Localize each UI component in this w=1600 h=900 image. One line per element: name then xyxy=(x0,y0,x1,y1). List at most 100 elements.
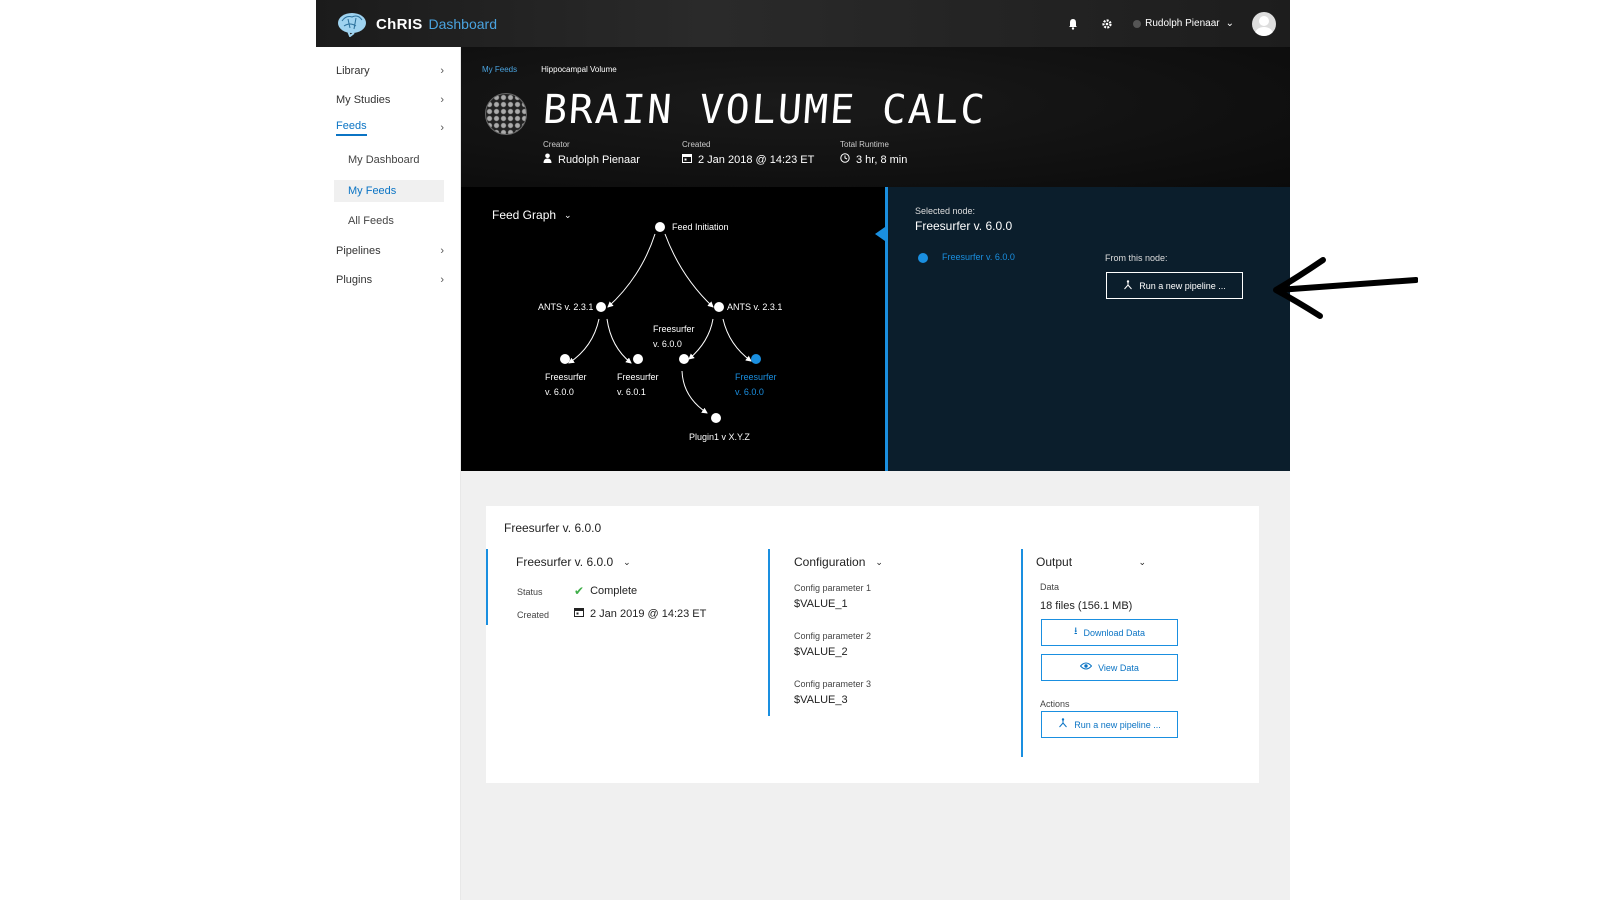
sidebar-item-library[interactable]: Library › xyxy=(336,60,444,82)
chevron-down-icon: ⌄ xyxy=(564,209,572,220)
graph-node-fs1[interactable] xyxy=(560,354,570,364)
selected-node-panel: Selected node: Freesurfer v. 6.0.0 Frees… xyxy=(875,187,1290,471)
app-root: ChRIS Dashboard Rudolph Pienaar ⌄ Librar… xyxy=(316,0,1290,900)
graph-node-fs-mid[interactable] xyxy=(679,354,689,364)
actions-label: Actions xyxy=(1040,699,1070,709)
runtime-value: 3 hr, 8 min xyxy=(856,153,908,166)
config-param-value: $VALUE_2 xyxy=(794,646,848,658)
sidebar-item-label: My Studies xyxy=(336,94,391,106)
chevron-down-icon: ⌄ xyxy=(1138,556,1146,567)
graph-node-plugin[interactable] xyxy=(711,413,721,423)
created-label: Created xyxy=(682,140,711,149)
breadcrumb: My Feeds Hippocampal Volume xyxy=(482,65,617,74)
bell-icon[interactable] xyxy=(1065,16,1081,32)
card-title: Freesurfer v. 6.0.0 xyxy=(504,521,602,535)
avatar[interactable] xyxy=(1252,11,1276,36)
runtime-value-row: 3 hr, 8 min xyxy=(840,153,907,166)
created-value-row: 2 Jan 2018 @ 14:23 ET xyxy=(682,153,814,166)
sidebar-item-feeds[interactable]: Feeds › xyxy=(336,117,444,139)
graph-label-selected-2: v. 6.0.0 xyxy=(735,387,764,397)
config-param-value: $VALUE_3 xyxy=(794,694,848,706)
sidebar-item-plugins[interactable]: Plugins › xyxy=(336,269,444,291)
chevron-down-icon: ⌄ xyxy=(623,556,631,567)
user-name[interactable]: Rudolph Pienaar xyxy=(1145,18,1220,29)
graph-label-ants-right: ANTS v. 2.3.1 xyxy=(727,302,782,312)
chevron-down-icon[interactable]: ⌄ xyxy=(1226,18,1234,29)
selected-node-name: Freesurfer v. 6.0.0 xyxy=(915,219,1013,233)
data-label: Data xyxy=(1040,582,1060,592)
graph-edge xyxy=(606,318,632,364)
graph-label-root: Feed Initiation xyxy=(672,222,729,232)
plugin-column-head[interactable]: Freesurfer v. 6.0.0 ⌄ xyxy=(516,555,631,569)
run-pipeline-button[interactable]: Run a new pipeline ... xyxy=(1106,272,1243,299)
selected-node-link[interactable]: Freesurfer v. 6.0.0 xyxy=(942,252,1015,262)
run-pipeline-output-button[interactable]: Run a new pipeline ... xyxy=(1041,711,1178,738)
from-node-label: From this node: xyxy=(1105,253,1168,263)
brain-logo-icon xyxy=(338,13,366,37)
output-column: Output ⌄ Data 18 files (156.1 MB) ⭳ Down… xyxy=(1021,549,1241,757)
creator-value-row: Rudolph Pienaar xyxy=(543,153,640,166)
sidebar-item-label: Feeds xyxy=(336,120,367,136)
created-value-row: 2 Jan 2019 @ 14:23 ET xyxy=(574,607,706,620)
chevron-right-icon: › xyxy=(440,274,444,286)
status-value: Complete xyxy=(590,585,638,597)
page-title: BRAIN VOLUME CALC xyxy=(541,87,989,133)
graph-label-ants-left: ANTS v. 2.3.1 xyxy=(538,302,593,312)
plugin-info-column: Freesurfer v. 6.0.0 ⌄ Status ✔ Complete … xyxy=(486,549,766,625)
run-pipeline-label: Run a new pipeline ... xyxy=(1139,280,1226,291)
graph-node-root[interactable] xyxy=(655,222,665,232)
sidebar-subitem-my-dashboard[interactable]: My Dashboard xyxy=(334,149,444,171)
brand[interactable]: ChRIS Dashboard xyxy=(336,10,497,38)
gear-icon[interactable] xyxy=(1099,16,1115,32)
user-status-dot xyxy=(1133,19,1142,28)
sidebar-item-pipelines[interactable]: Pipelines › xyxy=(336,240,444,262)
sidebar-subitem-all-feeds[interactable]: All Feeds xyxy=(334,210,444,232)
graph-edge xyxy=(568,318,600,364)
graph-edge xyxy=(664,233,714,308)
config-param-value: $VALUE_1 xyxy=(794,598,848,610)
eye-icon xyxy=(1079,662,1093,673)
brand-name: ChRIS xyxy=(376,15,423,33)
selection-pointer xyxy=(875,227,885,241)
feed-graph-label: Feed Graph xyxy=(492,208,557,222)
sidebar-item-my-studies[interactable]: My Studies › xyxy=(336,89,444,111)
output-head[interactable]: Output ⌄ xyxy=(1036,555,1146,569)
graph-node-selected[interactable] xyxy=(751,354,761,364)
checkmark-icon: ✔ xyxy=(574,584,585,598)
config-param-label: Config parameter 3 xyxy=(794,679,872,689)
chevron-right-icon: › xyxy=(440,65,444,77)
annotation-arrow-icon xyxy=(1273,257,1418,319)
graph-node-fs2[interactable] xyxy=(633,354,643,364)
graph-label-plugin: Plugin1 v X.Y.Z xyxy=(689,432,750,442)
graph-label-fs-mid-2: v. 6.0.0 xyxy=(653,339,682,349)
creator-value: Rudolph Pienaar xyxy=(558,153,640,166)
details-area: Freesurfer v. 6.0.0 Freesurfer v. 6.0.0 … xyxy=(461,471,1290,900)
feed-thumbnail xyxy=(485,93,527,135)
sidebar-subitem-my-feeds[interactable]: My Feeds xyxy=(334,180,444,202)
configuration-head[interactable]: Configuration ⌄ xyxy=(794,555,883,569)
download-data-button[interactable]: ⭳ Download Data xyxy=(1041,619,1178,646)
view-data-button[interactable]: View Data xyxy=(1041,654,1178,681)
sidebar-item-label: Library xyxy=(336,65,370,77)
graph-edge xyxy=(607,233,656,308)
configuration-title: Configuration xyxy=(794,555,866,569)
config-param-label: Config parameter 2 xyxy=(794,631,872,641)
graph-label-fs2-2: v. 6.0.1 xyxy=(617,387,646,397)
chevron-right-icon: › xyxy=(440,122,444,134)
brand-subtitle: Dashboard xyxy=(428,16,498,32)
chevron-right-icon: › xyxy=(440,94,444,106)
status-label: Status xyxy=(517,587,543,597)
runtime-label: Total Runtime xyxy=(840,140,889,149)
graph-label-fs-mid-1: Freesurfer xyxy=(653,324,695,334)
config-param-label: Config parameter 1 xyxy=(794,583,872,593)
download-data-label: Download Data xyxy=(1083,627,1146,638)
graph-node-ants-right[interactable] xyxy=(714,302,724,312)
feed-graph-title[interactable]: Feed Graph ⌄ xyxy=(492,208,572,222)
clock-icon xyxy=(840,153,850,166)
breadcrumb-parent[interactable]: My Feeds xyxy=(482,65,517,74)
graph-label-fs2-1: Freesurfer xyxy=(617,372,659,382)
breadcrumb-current: Hippocampal Volume xyxy=(541,65,617,74)
feed-graph-panel: Feed Initiation ANTS v. 2.3.1 ANTS v. 2.… xyxy=(461,187,885,471)
chevron-down-icon: ⌄ xyxy=(875,556,883,567)
graph-node-ants-left[interactable] xyxy=(596,302,606,312)
